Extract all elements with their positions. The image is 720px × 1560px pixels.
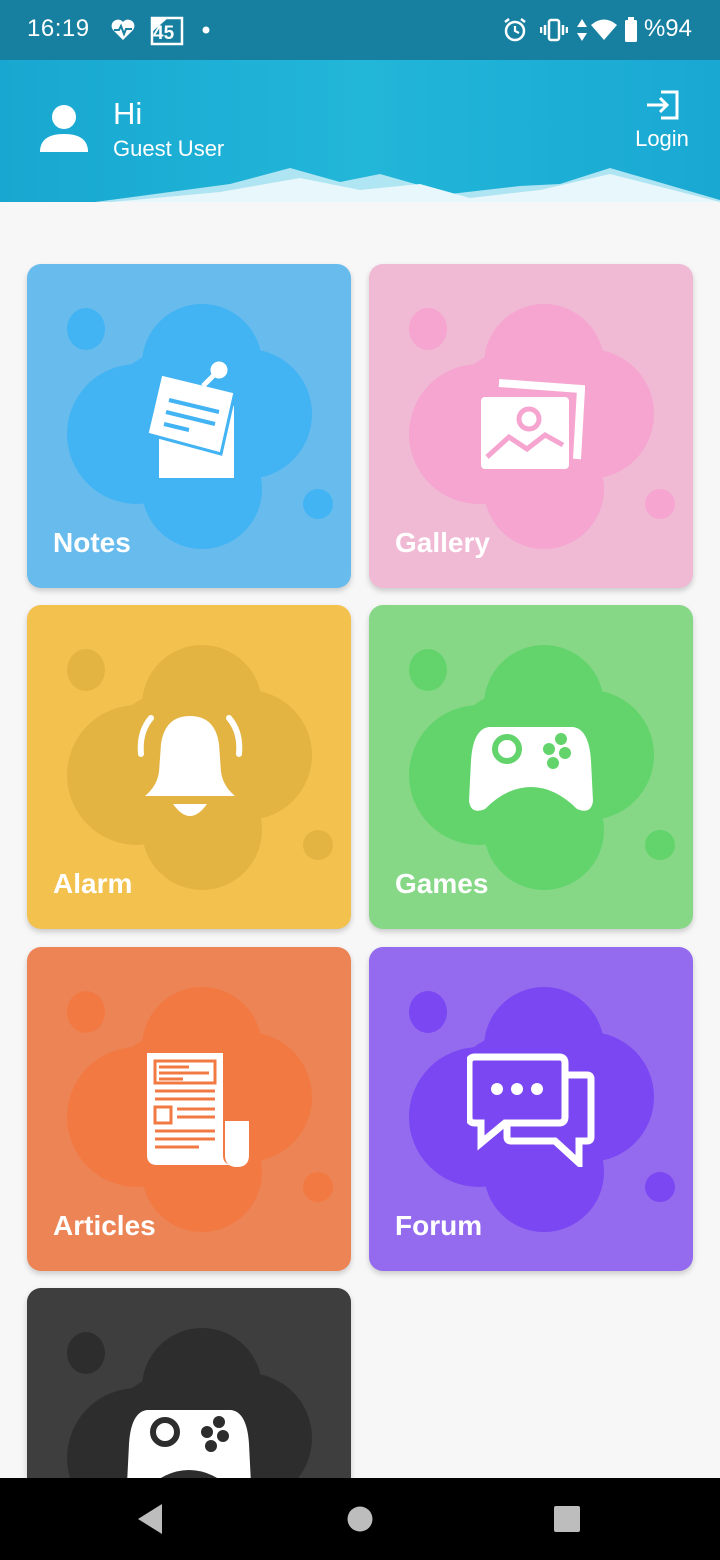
recents-icon[interactable]	[554, 1506, 580, 1537]
newspaper-icon	[147, 1053, 249, 1167]
tile-games[interactable]: Games	[369, 605, 693, 929]
login-label: Login	[635, 126, 689, 151]
wifi-icon	[590, 14, 618, 46]
data-arrows-icon	[576, 14, 588, 46]
app-header: Hi Guest User Login	[0, 60, 720, 204]
screen: 16:19 45 %94 Hi Guest User Login Notes G…	[0, 0, 720, 1560]
tile-notes[interactable]: Notes	[27, 264, 351, 588]
notes-icon	[145, 358, 237, 478]
tile-label: Games	[395, 868, 489, 899]
bell-icon	[137, 715, 243, 816]
tile-forum[interactable]: Forum	[369, 947, 693, 1271]
tile-label: Gallery	[395, 527, 490, 558]
alarm-icon	[502, 14, 528, 46]
tile-label: Notes	[53, 527, 131, 558]
battery-percent: %94	[643, 15, 692, 42]
avatar	[38, 102, 90, 154]
chat-icon	[467, 1053, 595, 1167]
user-icon	[40, 105, 88, 152]
home-icon[interactable]	[347, 1506, 373, 1537]
header-waves	[0, 168, 720, 204]
tile-label: Forum	[395, 1210, 483, 1241]
calendar-icon: 45	[150, 14, 184, 46]
status-bar: 16:19 45 %94	[0, 0, 720, 60]
back-icon[interactable]	[136, 1502, 164, 1541]
dot-icon	[202, 14, 210, 46]
calendar-badge: 45	[153, 23, 175, 44]
tile-articles[interactable]: Articles	[27, 947, 351, 1271]
tile-label: Alarm	[53, 868, 133, 899]
tile-alarm[interactable]: Alarm	[27, 605, 351, 929]
status-time: 16:19	[27, 15, 90, 42]
vibrate-icon	[540, 14, 568, 46]
login-button[interactable]: Login	[632, 90, 692, 152]
login-icon	[647, 90, 679, 120]
gallery-icon	[481, 379, 585, 469]
user-name: Guest User	[113, 136, 225, 161]
heart-pulse-icon	[110, 14, 136, 46]
gamepad-icon	[469, 727, 593, 811]
greeting: Hi	[113, 96, 143, 131]
tile-label: Articles	[53, 1210, 156, 1241]
tile-gallery[interactable]: Gallery	[369, 264, 693, 588]
battery-icon	[624, 14, 638, 46]
navigation-bar	[0, 1478, 720, 1560]
